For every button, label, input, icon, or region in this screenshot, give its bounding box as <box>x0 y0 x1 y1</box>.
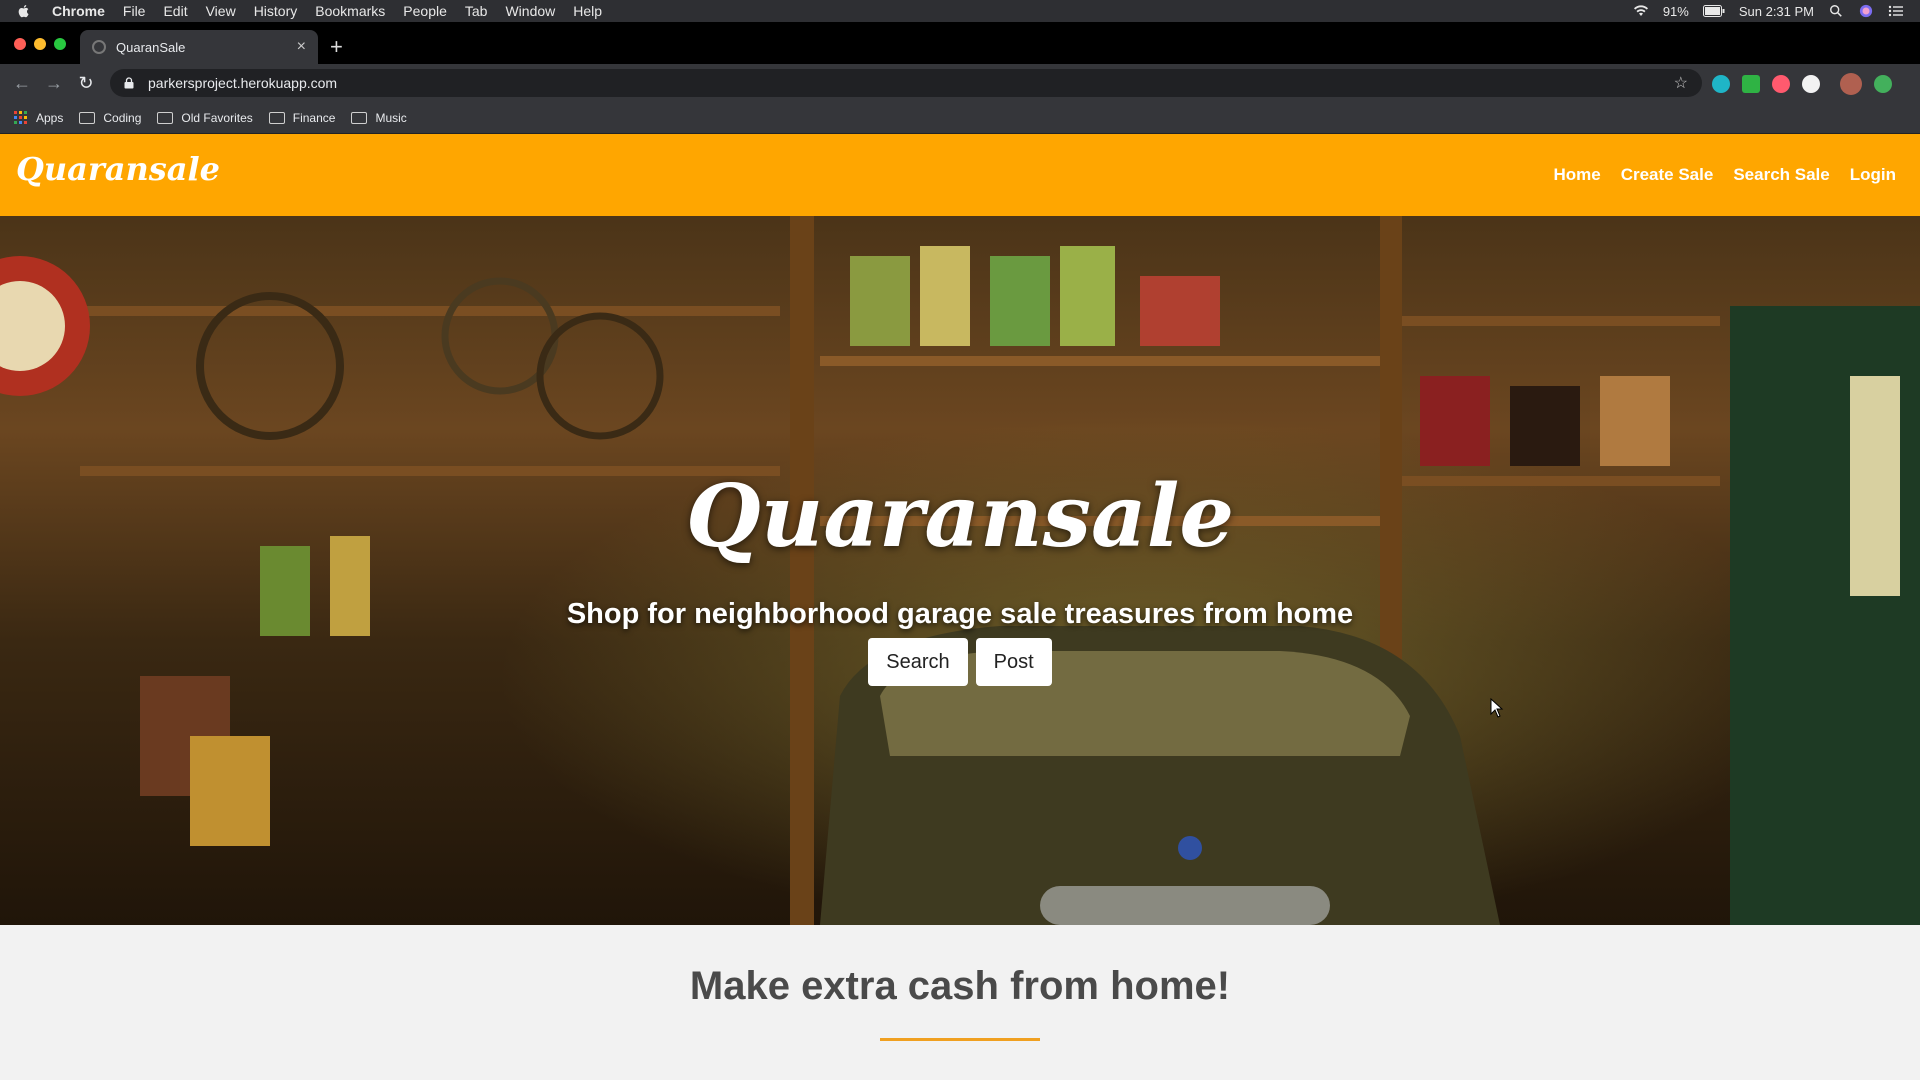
bookmark-star-icon[interactable]: ☆ <box>1674 73 1688 93</box>
bookmark-label: Music <box>375 110 407 125</box>
menu-help[interactable]: Help <box>573 3 602 19</box>
menu-tab[interactable]: Tab <box>465 3 488 19</box>
post-button[interactable]: Post <box>975 638 1052 686</box>
folder-icon <box>79 111 96 124</box>
search-button[interactable]: Search <box>868 638 968 686</box>
battery-percent: 91% <box>1662 3 1689 19</box>
folder-icon <box>268 111 285 124</box>
apps-grid-icon <box>14 110 28 125</box>
garage-background-image <box>0 216 1920 925</box>
browser-toolbar: ← → ↻ parkersproject.herokuapp.com ☆ <box>0 64 1920 102</box>
notification-center-icon[interactable] <box>1888 4 1904 18</box>
new-tab-icon[interactable]: + <box>330 36 343 58</box>
heading-underline-divider <box>880 1038 1040 1041</box>
bookmarks-bar: Apps Coding Old Favorites Finance Music <box>0 102 1920 134</box>
menu-view[interactable]: View <box>206 3 236 19</box>
site-brand-logo[interactable]: Quaransale <box>16 150 220 188</box>
nav-create-sale-link[interactable]: Create Sale <box>1621 165 1714 185</box>
back-arrow-icon[interactable]: ← <box>6 67 38 99</box>
bookmark-music[interactable]: Music <box>351 110 407 125</box>
hero-title: Quaransale <box>685 466 1235 567</box>
hero-banner: Quaransale Shop for neighborhood garage … <box>0 216 1920 925</box>
bookmark-label: Old Favorites <box>181 110 253 125</box>
nav-login-link[interactable]: Login <box>1850 165 1896 185</box>
zoom-window-button[interactable] <box>54 38 66 50</box>
extension-checkmark-icon[interactable] <box>1742 75 1760 93</box>
section-heading: Make extra cash from home! <box>689 964 1231 1008</box>
spotlight-search-icon[interactable] <box>1828 4 1844 18</box>
tab-quaransale[interactable]: QuaranSale × <box>80 30 318 64</box>
wifi-icon[interactable] <box>1633 4 1649 18</box>
menu-app-name[interactable]: Chrome <box>52 3 105 19</box>
status-area: 91% Sun 2:31 PM <box>1633 4 1904 19</box>
extensions-area <box>1712 73 1892 95</box>
extension-circle-icon[interactable] <box>1802 75 1820 93</box>
bookmark-label: Apps <box>36 110 64 125</box>
site-navbar: Quaransale Home Create Sale Search Sale … <box>0 134 1920 216</box>
menu-people[interactable]: People <box>403 3 447 19</box>
forward-arrow-icon[interactable]: → <box>38 67 70 99</box>
menu-window[interactable]: Window <box>505 3 555 19</box>
profile-avatar[interactable] <box>1840 73 1862 95</box>
battery-icon[interactable] <box>1702 4 1725 18</box>
lock-icon[interactable] <box>124 77 134 89</box>
menu-bookmarks[interactable]: Bookmarks <box>315 3 385 19</box>
bookmark-label: Coding <box>103 110 142 125</box>
bookmark-old-favorites[interactable]: Old Favorites <box>157 110 253 125</box>
close-tab-icon[interactable]: × <box>297 38 306 56</box>
tab-favicon-icon <box>92 40 106 54</box>
reload-icon[interactable]: ↻ <box>70 67 102 99</box>
menu-file[interactable]: File <box>123 3 146 19</box>
extension-update-icon[interactable] <box>1874 75 1892 93</box>
window-controls <box>14 38 66 50</box>
menu-history[interactable]: History <box>254 3 298 19</box>
menu-edit[interactable]: Edit <box>163 3 187 19</box>
minimize-window-button[interactable] <box>34 38 46 50</box>
bookmark-apps[interactable]: Apps <box>14 110 64 125</box>
hero-subtitle: Shop for neighborhood garage sale treasu… <box>566 598 1354 630</box>
extension-video-icon[interactable] <box>1772 75 1790 93</box>
siri-icon[interactable] <box>1858 4 1874 18</box>
nav-home-link[interactable]: Home <box>1553 165 1600 185</box>
mouse-cursor-icon <box>1490 698 1504 718</box>
apple-logo-icon[interactable] <box>16 3 32 19</box>
site-nav-links: Home Create Sale Search Sale Login <box>1553 165 1896 185</box>
browser-tab-strip: QuaranSale × + <box>0 22 1920 64</box>
address-bar[interactable]: parkersproject.herokuapp.com ☆ <box>110 69 1702 97</box>
bookmark-finance[interactable]: Finance <box>268 110 336 125</box>
url-text: parkersproject.herokuapp.com <box>148 75 338 91</box>
folder-icon <box>157 111 174 124</box>
close-window-button[interactable] <box>14 38 26 50</box>
nav-search-sale-link[interactable]: Search Sale <box>1733 165 1829 185</box>
extension-m-icon[interactable] <box>1712 75 1730 93</box>
macos-menu-bar: Chrome File Edit View History Bookmarks … <box>0 0 1920 22</box>
tab-title: QuaranSale <box>116 39 186 55</box>
bookmark-label: Finance <box>292 110 336 125</box>
bookmark-coding[interactable]: Coding <box>79 111 141 125</box>
clock[interactable]: Sun 2:31 PM <box>1739 4 1814 19</box>
hero-buttons: Search Post <box>0 638 1920 686</box>
folder-icon <box>351 111 368 124</box>
